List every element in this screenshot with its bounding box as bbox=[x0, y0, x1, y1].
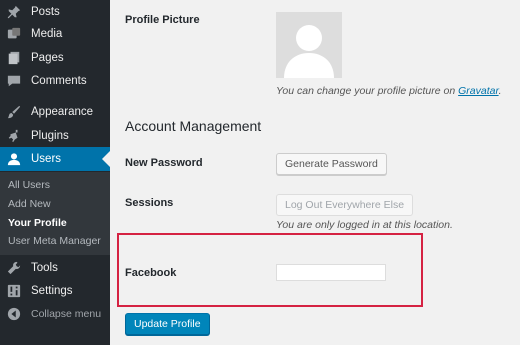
sessions-label: Sessions bbox=[125, 197, 174, 209]
menu-item-pages[interactable]: Pages bbox=[0, 46, 110, 70]
collapse-menu-label: Collapse menu bbox=[31, 308, 102, 320]
menu-item-posts[interactable]: Posts bbox=[0, 0, 110, 24]
gravatar-link[interactable]: Gravatar bbox=[458, 85, 498, 97]
collapse-menu-button[interactable]: Collapse menu bbox=[0, 302, 110, 326]
pushpin-icon bbox=[7, 5, 21, 19]
new-password-label: New Password bbox=[125, 157, 203, 169]
profile-picture-label: Profile Picture bbox=[125, 14, 200, 26]
paintbrush-icon bbox=[7, 105, 21, 119]
users-icon bbox=[7, 152, 21, 166]
menu-item-comments[interactable]: Comments bbox=[0, 69, 110, 93]
default-avatar-icon bbox=[284, 25, 334, 78]
menu-item-tools[interactable]: Tools bbox=[0, 256, 110, 280]
menu-item-plugins[interactable]: Plugins bbox=[0, 124, 110, 148]
pages-icon bbox=[7, 51, 21, 65]
media-icon bbox=[7, 27, 21, 41]
menu-item-label: Plugins bbox=[31, 130, 69, 142]
generate-password-button[interactable]: Generate Password bbox=[276, 153, 387, 175]
submenu-your-profile[interactable]: Your Profile bbox=[8, 217, 67, 229]
menu-item-label: Media bbox=[31, 28, 63, 40]
menu-item-label: Appearance bbox=[31, 106, 94, 118]
logout-everywhere-button[interactable]: Log Out Everywhere Else bbox=[276, 194, 414, 216]
menu-item-appearance[interactable]: Appearance bbox=[0, 100, 110, 124]
submenu-add-new[interactable]: Add New bbox=[8, 198, 51, 210]
menu-item-label: Pages bbox=[31, 52, 64, 64]
menu-item-users[interactable]: Users bbox=[0, 147, 110, 171]
menu-item-label: Users bbox=[31, 153, 62, 165]
facebook-label: Facebook bbox=[125, 267, 177, 279]
menu-item-label: Comments bbox=[31, 75, 87, 87]
submenu-user-meta-manager[interactable]: User Meta Manager bbox=[8, 235, 101, 247]
comments-icon bbox=[7, 74, 21, 88]
menu-item-label: Settings bbox=[31, 285, 73, 297]
menu-item-label: Tools bbox=[31, 262, 58, 274]
menu-item-label: Posts bbox=[31, 6, 60, 18]
sessions-description: You are only logged in at this location. bbox=[276, 219, 453, 231]
update-profile-button[interactable]: Update Profile bbox=[125, 313, 210, 335]
submenu-all-users[interactable]: All Users bbox=[8, 179, 50, 191]
plugin-icon bbox=[7, 129, 21, 143]
collapse-arrow-icon bbox=[7, 307, 21, 321]
avatar bbox=[276, 12, 342, 78]
facebook-field[interactable] bbox=[276, 264, 386, 281]
profile-picture-description: You can change your profile picture on G… bbox=[276, 85, 502, 97]
menu-item-settings[interactable]: Settings bbox=[0, 279, 110, 303]
menu-item-media[interactable]: Media bbox=[0, 22, 110, 46]
admin-sidebar: Posts Media Pages Comments Appearance Pl… bbox=[0, 0, 110, 345]
users-submenu: All Users Add New Your Profile User Meta… bbox=[0, 172, 110, 255]
account-management-heading: Account Management bbox=[125, 118, 262, 134]
settings-icon bbox=[7, 284, 21, 298]
wrench-icon bbox=[7, 261, 21, 275]
